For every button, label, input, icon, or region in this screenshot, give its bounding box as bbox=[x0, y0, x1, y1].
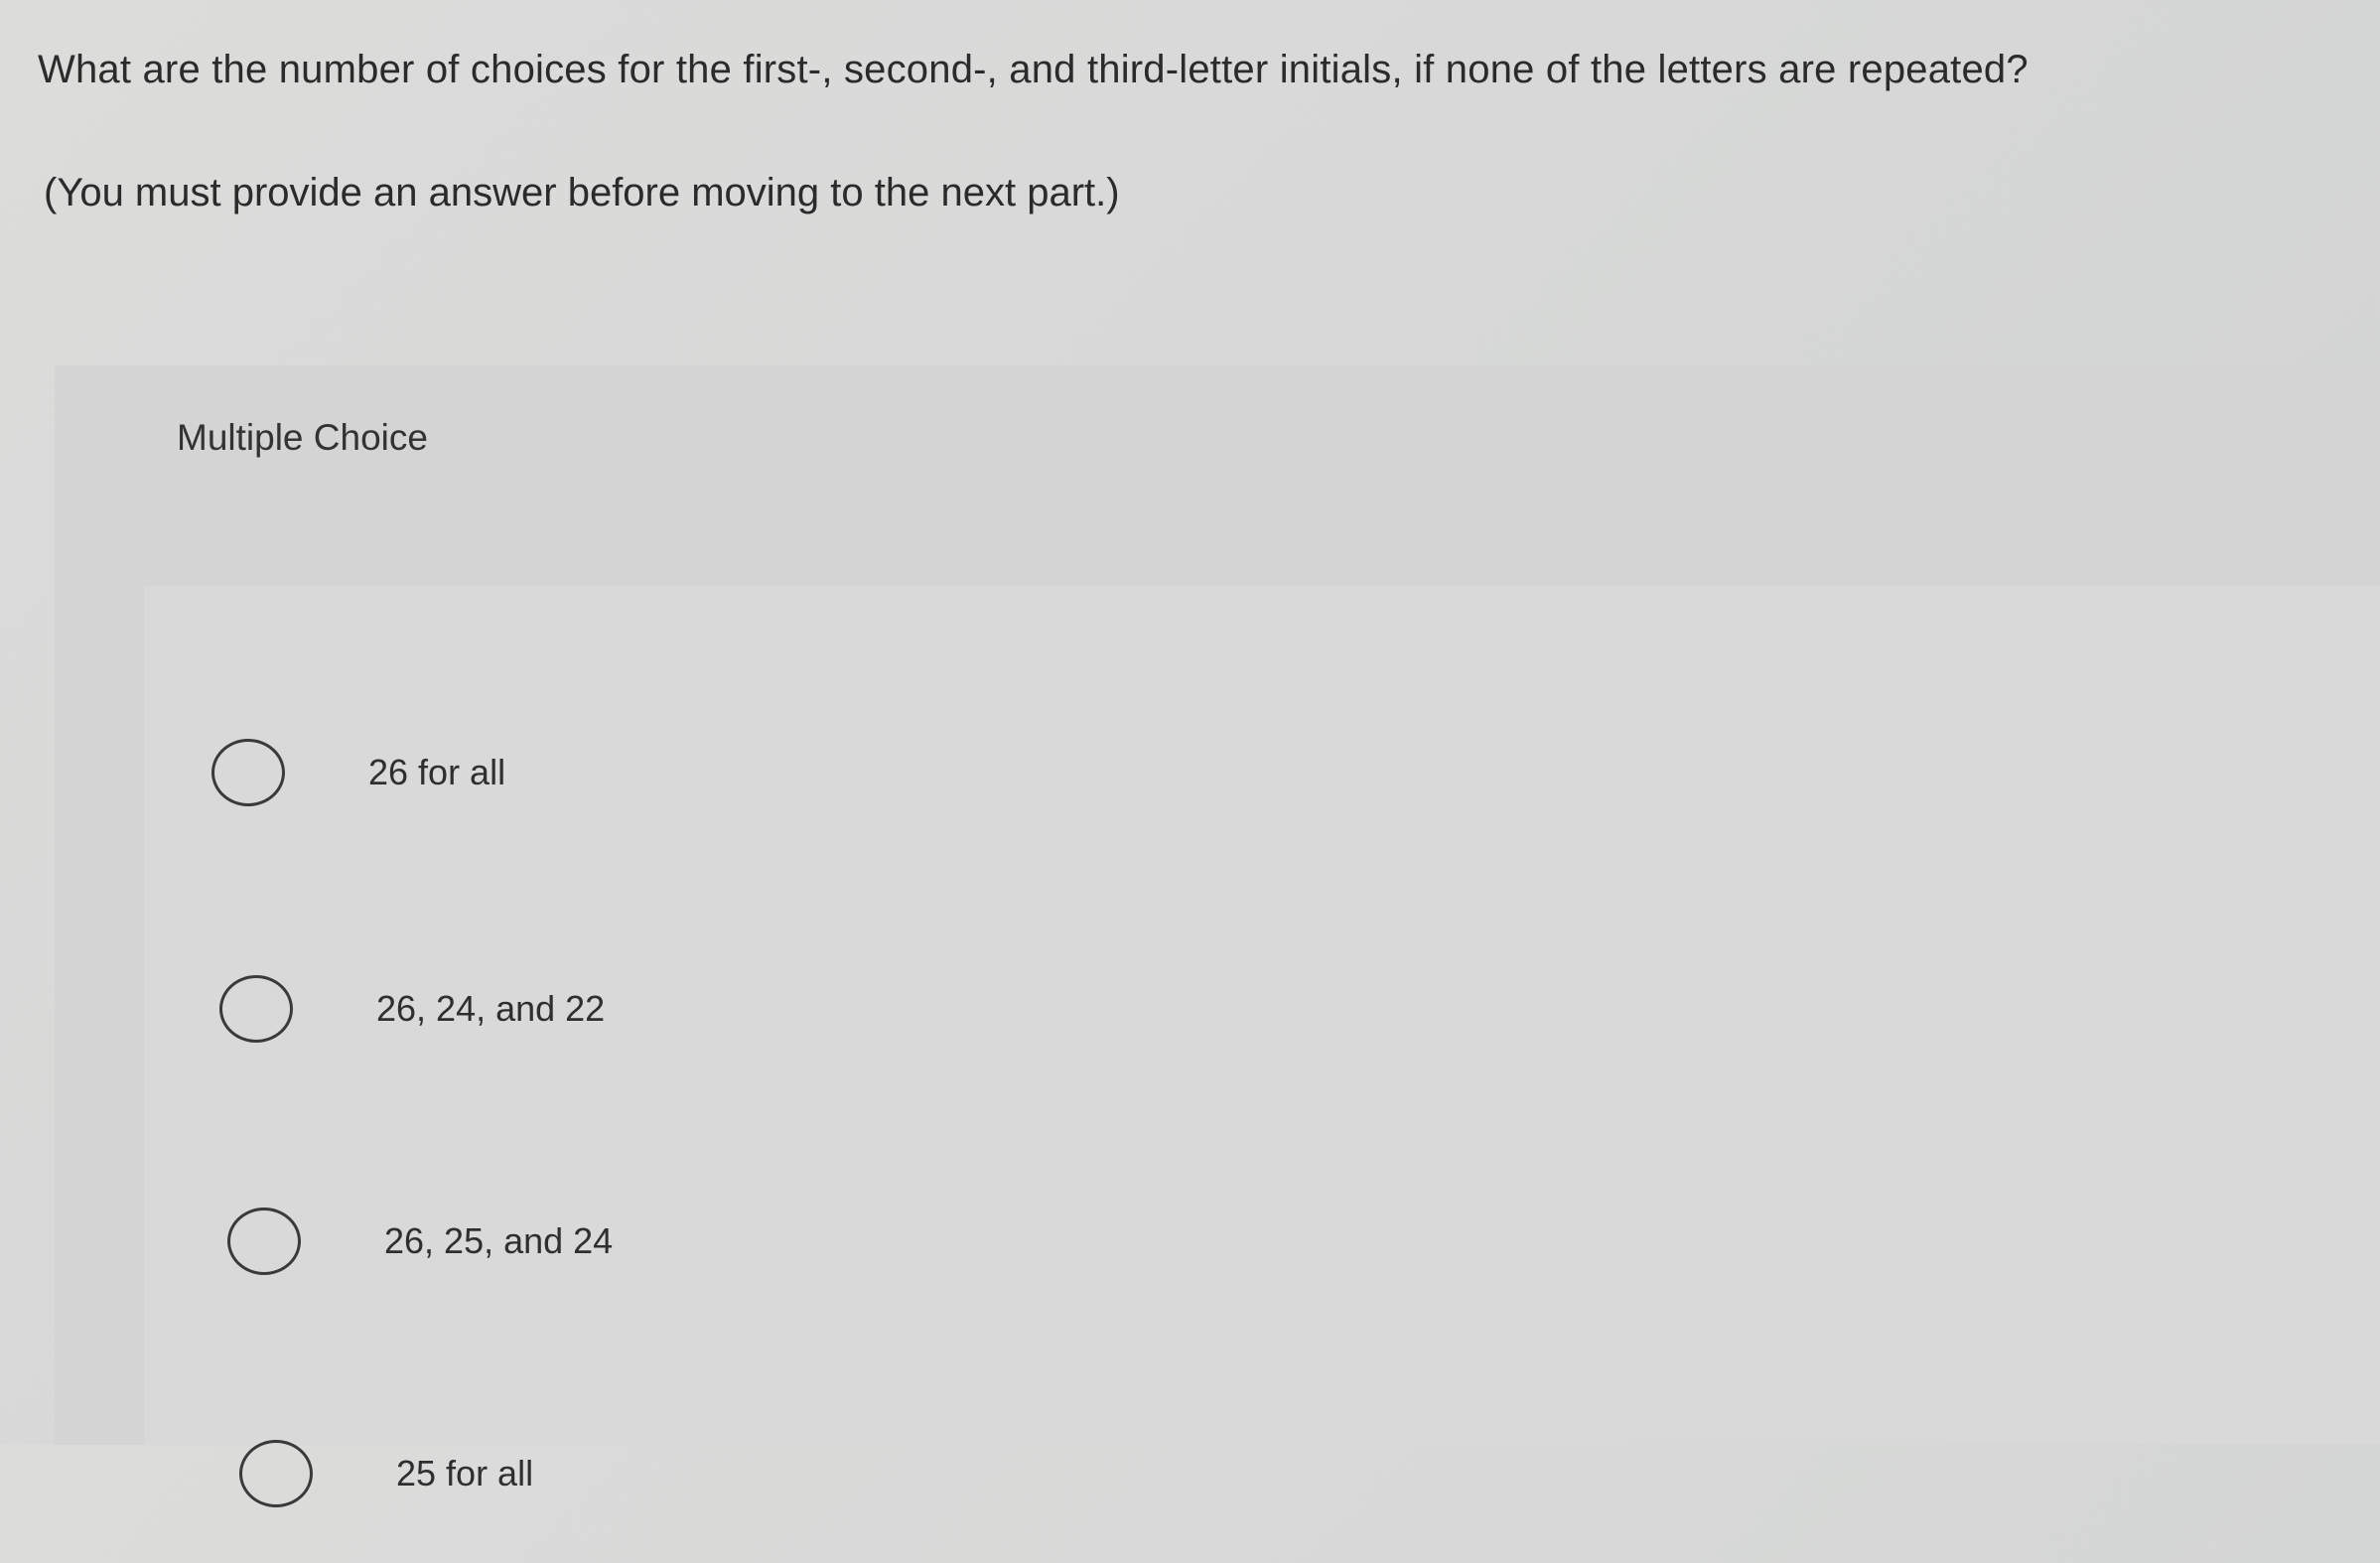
choice-label: 26 for all bbox=[368, 752, 506, 792]
choice-label: 26, 25, and 24 bbox=[384, 1220, 614, 1261]
multiple-choice-panel: Multiple Choice 26 for all 26, 24, and 2… bbox=[55, 365, 2380, 1507]
instruction-text: (You must provide an answer before movin… bbox=[44, 171, 1120, 214]
choice-label: 26, 24, and 22 bbox=[376, 988, 606, 1029]
radio-button[interactable] bbox=[211, 739, 285, 806]
choice-label: 25 for all bbox=[396, 1453, 534, 1493]
radio-button[interactable] bbox=[239, 1440, 313, 1507]
multiple-choice-title: Multiple Choice bbox=[177, 417, 428, 458]
choice-option-4[interactable]: 25 for all bbox=[239, 1384, 2380, 1563]
radio-button[interactable] bbox=[219, 975, 293, 1043]
choices-list: 26 for all 26, 24, and 22 26, 25, and 24… bbox=[144, 586, 2380, 1507]
choice-option-1[interactable]: 26 for all bbox=[211, 683, 2380, 862]
radio-button[interactable] bbox=[227, 1208, 301, 1275]
choice-option-2[interactable]: 26, 24, and 22 bbox=[219, 920, 2380, 1098]
question-text: What are the number of choices for the f… bbox=[38, 48, 2029, 91]
choice-option-3[interactable]: 26, 25, and 24 bbox=[227, 1152, 2380, 1331]
